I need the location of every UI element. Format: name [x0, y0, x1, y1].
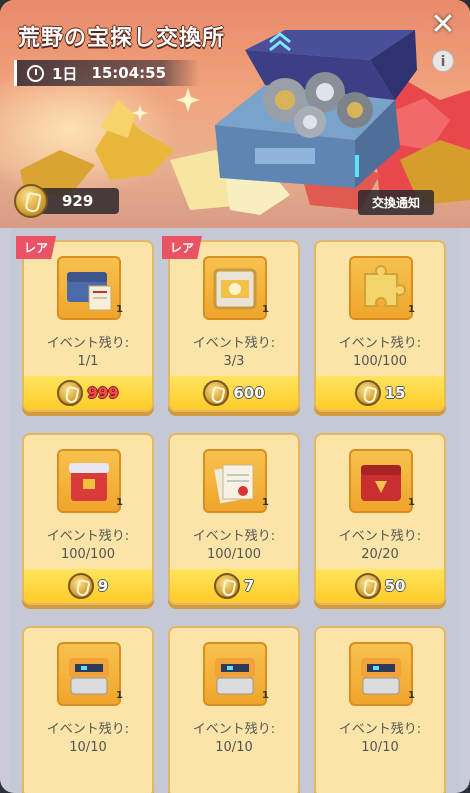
info-icon[interactable]: i: [432, 50, 454, 72]
red-armor-case-icon: [349, 449, 413, 513]
item-quantity: 1: [116, 304, 123, 315]
remaining-label: イベント残り:: [46, 529, 130, 544]
item-price: 600: [233, 384, 265, 402]
shop-item-card[interactable]: 1 イベント残り: 10/10: [22, 626, 154, 793]
buy-button[interactable]: 7: [170, 569, 298, 603]
remaining-label: イベント残り:: [192, 722, 276, 737]
buy-button[interactable]: 15: [316, 376, 444, 410]
exchange-notice-button[interactable]: 交換通知: [357, 190, 434, 215]
timer-days: 1日: [52, 64, 78, 83]
buy-button[interactable]: 9: [24, 569, 152, 603]
puzzle-piece-icon: [349, 256, 413, 320]
item-price: 15: [384, 384, 406, 402]
robot-supply-box-icon: [57, 642, 121, 706]
medal-coin-icon: [203, 380, 230, 406]
item-price: 50: [384, 577, 406, 595]
blueprint-papers-icon: [203, 449, 267, 513]
buy-button[interactable]: 600: [170, 376, 298, 410]
timer-time: 15:04:55: [91, 64, 167, 82]
item-quantity: 1: [262, 690, 269, 701]
shop-item-card[interactable]: 1 イベント残り: 10/10: [168, 626, 300, 793]
remaining-count: 100/100: [352, 354, 407, 369]
remaining-count: 10/10: [215, 740, 253, 755]
remaining-count: 20/20: [361, 547, 399, 562]
remaining-label: イベント残り:: [338, 722, 422, 737]
treasure-chest-icon: [215, 30, 417, 188]
shop-item-card[interactable]: 1 イベント残り: 100/100 7: [168, 433, 300, 605]
remaining-label: イベント残り:: [338, 529, 422, 544]
rare-tag: レア: [16, 236, 57, 259]
remaining-label: イベント残り:: [46, 722, 130, 737]
buy-button[interactable]: 50: [316, 569, 444, 603]
shop-item-card[interactable]: 1 イベント残り: 20/20 50: [314, 433, 446, 605]
item-quantity: 1: [408, 497, 415, 508]
item-quantity: 1: [408, 690, 415, 701]
remaining-label: イベント残り:: [192, 336, 276, 351]
stopwatch-icon: [27, 64, 44, 82]
buy-button[interactable]: 999: [24, 376, 152, 410]
shop-item-card[interactable]: レア 1 イベント残り: 1/1 999: [16, 236, 154, 412]
treasure-chest-scroll-icon: [57, 256, 121, 320]
item-price: 7: [243, 577, 255, 595]
medal-coin-icon: [354, 573, 381, 599]
item-quantity: 1: [408, 304, 415, 315]
item-quantity: 1: [116, 690, 123, 701]
remaining-label: イベント残り:: [338, 336, 422, 351]
item-quantity: 1: [262, 304, 269, 315]
event-banner: 荒野の宝探し交換所 1日 15:04:55 ✕ i 929 交換通知: [0, 0, 470, 228]
remaining-count: 100/100: [60, 547, 115, 562]
medal-coin-icon: [57, 380, 84, 406]
item-quantity: 1: [116, 497, 123, 508]
red-crate-icon: [57, 449, 121, 513]
robot-supply-box-icon: [349, 642, 413, 706]
event-timer: 1日 15:04:55: [14, 60, 199, 86]
item-grid[interactable]: レア 1 イベント残り: 1/1 999 レア 1 イベント残り: 3/3 600 1 イベント残り:…: [10, 228, 460, 793]
shop-item-card[interactable]: レア 1 イベント残り: 3/3 600: [162, 236, 300, 412]
remaining-count: 100/100: [206, 547, 261, 562]
medal-coin-icon: [213, 573, 240, 599]
robot-supply-box-icon: [203, 642, 267, 706]
item-price: 9: [97, 577, 109, 595]
shop-item-card[interactable]: 1 イベント残り: 100/100 9: [22, 433, 154, 605]
remaining-count: 3/3: [223, 354, 245, 369]
medal-coin-icon: [67, 573, 94, 599]
exchange-window: 荒野の宝探し交換所 1日 15:04:55 ✕ i 929 交換通知 レア 1 イベ…: [0, 0, 470, 793]
close-icon[interactable]: ✕: [428, 10, 458, 40]
remaining-label: イベント残り:: [192, 529, 276, 544]
gold-supply-box-icon: [203, 256, 267, 320]
medal-coin-icon: [354, 380, 381, 406]
shop-item-card[interactable]: 1 イベント残り: 10/10: [314, 626, 446, 793]
rare-tag: レア: [162, 236, 203, 259]
currency-display: 929: [14, 184, 120, 218]
remaining-label: イベント残り:: [46, 336, 130, 351]
item-price: 999: [87, 384, 119, 402]
item-quantity: 1: [262, 497, 269, 508]
remaining-count: 1/1: [77, 354, 99, 369]
shop-item-card[interactable]: 1 イベント残り: 100/100 15: [314, 240, 446, 412]
remaining-count: 10/10: [69, 740, 107, 755]
page-title: 荒野の宝探し交換所: [18, 26, 226, 51]
remaining-count: 10/10: [361, 740, 399, 755]
medal-coin-icon: [14, 184, 48, 218]
